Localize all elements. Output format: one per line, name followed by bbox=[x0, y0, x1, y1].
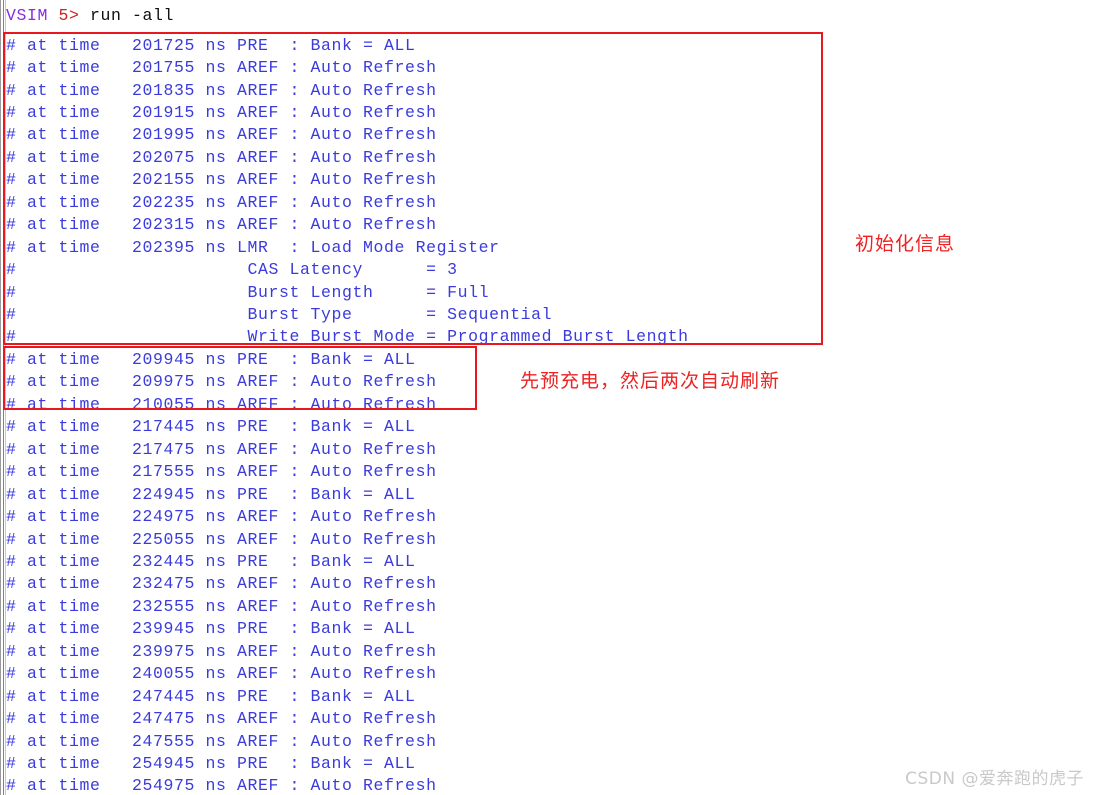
vsim-prompt-number: 5> bbox=[48, 6, 80, 25]
transcript-line: # at time 247445 ns PRE : Bank = ALL bbox=[6, 686, 416, 706]
transcript-line: # at time 224945 ns PRE : Bank = ALL bbox=[6, 484, 416, 504]
transcript-line: # at time 217475 ns AREF : Auto Refresh bbox=[6, 439, 437, 459]
transcript-line: # at time 209945 ns PRE : Bank = ALL bbox=[6, 349, 416, 369]
transcript-line: # at time 225055 ns AREF : Auto Refresh bbox=[6, 529, 437, 549]
transcript-line: # at time 201725 ns PRE : Bank = ALL bbox=[6, 35, 416, 55]
transcript-line: # at time 224975 ns AREF : Auto Refresh bbox=[6, 507, 437, 527]
transcript-line: # at time 240055 ns AREF : Auto Refresh bbox=[6, 664, 437, 684]
modelsim-transcript-window: _ _ _ _ _ _ _ _ VSIM 5> run -all# at tim… bbox=[0, 0, 1098, 795]
transcript-line: # at time 202395 ns LMR : Load Mode Regi… bbox=[6, 237, 500, 257]
transcript-line: # at time 239945 ns PRE : Bank = ALL bbox=[6, 619, 416, 639]
vsim-command-text: run -all bbox=[90, 6, 175, 25]
transcript-line: # at time 202155 ns AREF : Auto Refresh bbox=[6, 170, 437, 190]
transcript-line: # at time 217445 ns PRE : Bank = ALL bbox=[6, 417, 416, 437]
transcript-line: # Burst Type = Sequential bbox=[6, 305, 553, 325]
transcript-line: # at time 217555 ns AREF : Auto Refresh bbox=[6, 462, 437, 482]
transcript-line: # Write Burst Mode = Programmed Burst Le… bbox=[6, 327, 689, 347]
transcript-console[interactable]: VSIM 5> run -all # at time 201725 ns PRE … bbox=[6, 0, 1098, 795]
transcript-line: # at time 247555 ns AREF : Auto Refresh bbox=[6, 731, 437, 751]
transcript-line: # at time 239975 ns AREF : Auto Refresh bbox=[6, 641, 437, 661]
vsim-app-token: VSIM bbox=[6, 6, 49, 25]
transcript-line: # at time 210055 ns AREF : Auto Refresh bbox=[6, 394, 437, 414]
transcript-line: # at time 232475 ns AREF : Auto Refresh bbox=[6, 574, 437, 594]
transcript-line: # at time 201995 ns AREF : Auto Refresh bbox=[6, 125, 437, 145]
transcript-line: # at time 202315 ns AREF : Auto Refresh bbox=[6, 215, 437, 235]
transcript-line: # at time 254945 ns PRE : Bank = ALL bbox=[6, 754, 416, 774]
transcript-line: # at time 247475 ns AREF : Auto Refresh bbox=[6, 709, 437, 729]
transcript-line: # at time 202235 ns AREF : Auto Refresh bbox=[6, 192, 437, 212]
csdn-watermark: CSDN @爱奔跑的虎子 bbox=[905, 769, 1084, 789]
annotation-label-initialization: 初始化信息 bbox=[855, 233, 956, 255]
vsim-prompt-line[interactable]: VSIM 5> run -all bbox=[6, 6, 174, 28]
transcript-line: # CAS Latency = 3 bbox=[6, 260, 458, 280]
transcript-line: # at time 201835 ns AREF : Auto Refresh bbox=[6, 80, 437, 100]
annotation-label-precharge-refresh: 先预充电，然后两次自动刷新 bbox=[520, 370, 781, 392]
transcript-line: # Burst Length = Full bbox=[6, 282, 490, 302]
transcript-line: # at time 202075 ns AREF : Auto Refresh bbox=[6, 147, 437, 167]
transcript-line: # at time 254975 ns AREF : Auto Refresh bbox=[6, 776, 437, 795]
transcript-line: # at time 201755 ns AREF : Auto Refresh bbox=[6, 58, 437, 78]
transcript-line: # at time 201915 ns AREF : Auto Refresh bbox=[6, 102, 437, 122]
transcript-line: # at time 209975 ns AREF : Auto Refresh bbox=[6, 372, 437, 392]
transcript-line: # at time 232555 ns AREF : Auto Refresh bbox=[6, 596, 437, 616]
transcript-line: # at time 232445 ns PRE : Bank = ALL bbox=[6, 551, 416, 571]
